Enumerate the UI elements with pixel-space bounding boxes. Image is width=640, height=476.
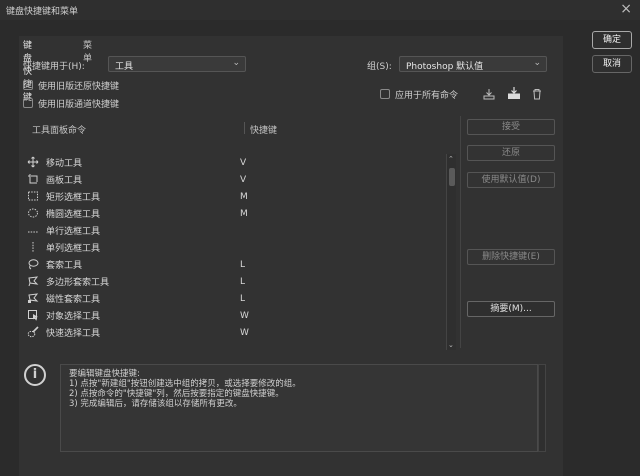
accept-button[interactable]: 接受 <box>467 119 555 135</box>
cancel-button[interactable]: 取消 <box>592 55 632 73</box>
scroll-up-icon[interactable]: ⌃ <box>448 155 454 163</box>
command-shortcut[interactable]: W <box>240 311 249 321</box>
command-name: 磁性套索工具 <box>46 295 101 305</box>
delete-shortcut-button[interactable]: 删除快捷键(E) <box>467 249 555 265</box>
group-select[interactable]: Photoshop 默认值 ⌄ <box>399 56 547 72</box>
window-title: 键盘快捷键和菜单 <box>6 7 79 17</box>
command-shortcut[interactable]: M <box>240 209 248 219</box>
new-set-icon[interactable] <box>507 86 521 100</box>
legacy-channels-label: 使用旧版通道快捷键 <box>38 100 120 110</box>
vertical-divider <box>460 116 461 348</box>
info-icon: i <box>24 364 46 386</box>
command-list[interactable]: 移动工具 V 画板工具 V 矩形选框工具 M 椭圆选框工具 M 单行选框工具 单… <box>24 154 446 350</box>
quick-select-icon <box>27 326 39 338</box>
apply-all-label: 应用于所有命令 <box>395 91 459 101</box>
table-row[interactable]: 快速选择工具 W <box>24 324 446 341</box>
info-text: 要编辑键盘快捷键: 1) 点按"新建组"按钮创建选中组的拷贝，或选择要修改的组。… <box>60 364 538 452</box>
single-col-marquee-icon <box>32 242 34 252</box>
table-header: 工具面板命令 快捷键 <box>24 118 444 138</box>
command-shortcut[interactable]: L <box>240 277 245 287</box>
shortcut-for-select[interactable]: 工具 ⌄ <box>108 56 246 72</box>
scroll-thumb[interactable] <box>449 168 455 186</box>
command-shortcut[interactable]: W <box>240 328 249 338</box>
command-shortcut[interactable]: M <box>240 192 248 202</box>
command-name: 多边形套索工具 <box>46 278 110 288</box>
apply-all-checkbox[interactable] <box>380 89 390 99</box>
group-label: 组(S): <box>367 62 392 72</box>
command-name: 套索工具 <box>46 261 83 271</box>
save-set-icon[interactable] <box>482 87 496 101</box>
command-name: 画板工具 <box>46 176 83 186</box>
command-name: 矩形选框工具 <box>46 193 101 203</box>
column-divider <box>244 122 245 134</box>
close-icon[interactable]: × <box>620 1 632 17</box>
object-select-icon <box>28 310 38 321</box>
info-section: i 要编辑键盘快捷键: 1) 点按"新建组"按钮创建选中组的拷贝，或选择要修改的… <box>24 364 546 454</box>
rect-marquee-icon <box>28 191 38 201</box>
undo-button[interactable]: 还原 <box>467 145 555 161</box>
table-row[interactable]: 单行选框工具 <box>24 222 446 239</box>
table-row[interactable]: 多边形套索工具 L <box>24 273 446 290</box>
artboard-icon <box>28 174 38 184</box>
command-name: 快速选择工具 <box>46 329 101 339</box>
group-value: Photoshop 默认值 <box>406 62 484 72</box>
table-row[interactable]: 矩形选框工具 M <box>24 188 446 205</box>
table-row[interactable]: 画板工具 V <box>24 171 446 188</box>
list-scrollbar[interactable]: ⌃ ⌄ <box>446 154 456 350</box>
magnetic-lasso-icon <box>28 293 39 303</box>
shortcut-for-label: 快捷键用于(H): <box>23 62 85 72</box>
summary-button[interactable]: 摘要(M)... <box>467 301 555 317</box>
table-row[interactable]: 套索工具 L <box>24 256 446 273</box>
chevron-down-icon: ⌄ <box>232 58 240 68</box>
scroll-down-icon[interactable]: ⌄ <box>448 341 454 349</box>
command-shortcut[interactable]: L <box>240 260 245 270</box>
table-row[interactable]: 椭圆选框工具 M <box>24 205 446 222</box>
command-shortcut[interactable]: V <box>240 175 246 185</box>
table-row[interactable]: 对象选择工具 W <box>24 307 446 324</box>
ellipse-marquee-icon <box>28 208 38 218</box>
move-icon <box>27 156 39 168</box>
command-name: 椭圆选框工具 <box>46 210 101 220</box>
chevron-down-icon: ⌄ <box>533 58 541 68</box>
polygon-lasso-icon <box>28 276 39 287</box>
shortcut-for-value: 工具 <box>115 62 134 72</box>
lasso-icon <box>28 259 39 270</box>
table-row[interactable]: 单列选框工具 <box>24 239 446 256</box>
ok-button[interactable]: 确定 <box>592 31 632 49</box>
command-name: 单列选框工具 <box>46 244 101 254</box>
legacy-undo-checkbox[interactable] <box>23 80 33 90</box>
single-row-marquee-icon <box>28 231 38 233</box>
delete-set-icon[interactable] <box>530 87 544 101</box>
table-row[interactable]: 移动工具 V <box>24 154 446 171</box>
legacy-undo-label: 使用旧版还原快捷键 <box>38 82 120 92</box>
table-row[interactable]: 磁性套索工具 L <box>24 290 446 307</box>
command-shortcut[interactable]: L <box>240 294 245 304</box>
title-bar: 键盘快捷键和菜单 × <box>0 0 640 20</box>
command-name: 单行选框工具 <box>46 227 101 237</box>
command-name: 对象选择工具 <box>46 312 101 322</box>
command-name: 移动工具 <box>46 159 83 169</box>
legacy-channels-checkbox[interactable] <box>23 98 33 108</box>
command-shortcut[interactable]: V <box>240 158 246 168</box>
column-shortcut-header: 快捷键 <box>250 126 278 136</box>
column-command-header: 工具面板命令 <box>32 126 87 136</box>
use-default-button[interactable]: 使用默认值(D) <box>467 172 555 188</box>
info-scrollbar[interactable] <box>538 364 546 452</box>
